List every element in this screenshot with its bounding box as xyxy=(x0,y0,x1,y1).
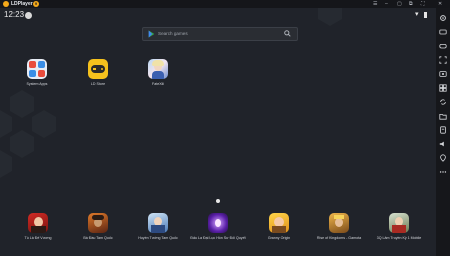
app-label: Granny Origin xyxy=(267,236,291,240)
ld-store-gamepad-icon xyxy=(88,59,108,79)
game-icon-warrior xyxy=(88,213,108,233)
app-label: Bá Đầu Tam Quốc xyxy=(83,236,113,240)
android-statusbar: 12:23 ▾ xyxy=(0,8,436,22)
dock-app-tu-la-de-vuong[interactable]: Tú Là Đế Vương xyxy=(8,213,68,241)
google-play-icon xyxy=(148,30,155,38)
app-label: Huyền Tướng Tam Quốc xyxy=(138,236,178,240)
game-icon-general xyxy=(389,213,409,233)
minimize-icon[interactable]: – xyxy=(385,0,388,8)
page-indicator xyxy=(216,199,220,203)
app-label: Rise of Kingdoms - Gamota xyxy=(316,236,362,240)
emulator-sidebar xyxy=(436,8,450,256)
apk-icon[interactable] xyxy=(439,126,447,134)
window-titlebar: LDPlayer 9 ☰ – ▢ ⧉ ⛶ ✕ xyxy=(0,0,450,8)
game-icon-king xyxy=(329,213,349,233)
app-ld-store[interactable]: LD Store xyxy=(68,59,128,87)
system-apps-folder-icon xyxy=(27,59,47,79)
app-label: LD Store xyxy=(90,82,106,86)
maximize-icon[interactable]: ▢ xyxy=(397,0,402,8)
app-label: Tú Là Đế Vương xyxy=(24,236,52,240)
dock-app-ba-dau-tam-quoc[interactable]: Bá Đầu Tam Quốc xyxy=(68,213,128,241)
screenshot-icon[interactable] xyxy=(439,56,447,64)
volume-icon[interactable] xyxy=(439,140,447,148)
restore-icon[interactable]: ⧉ xyxy=(409,0,413,8)
game-icon-yellow xyxy=(269,213,289,233)
game-search-bar[interactable]: Search games xyxy=(142,27,298,41)
game-icon-hero xyxy=(148,213,168,233)
folder-icon[interactable] xyxy=(439,112,447,120)
app-label: FateXiii xyxy=(152,82,164,86)
clock: 12:23 xyxy=(4,10,25,19)
anime-girl-icon xyxy=(148,59,168,79)
search-icon[interactable] xyxy=(284,30,291,37)
app-label: 3Q Lâm Truyền Kỳ 1 Mobile xyxy=(376,236,422,240)
keyboard-icon[interactable] xyxy=(439,28,447,36)
app-system-apps[interactable]: System Apps xyxy=(7,59,67,87)
settings-icon[interactable] xyxy=(439,14,447,22)
close-icon[interactable]: ✕ xyxy=(438,0,442,8)
location-icon[interactable] xyxy=(439,154,447,162)
ldplayer-logo-icon xyxy=(3,1,9,7)
multi-instance-icon[interactable] xyxy=(439,84,447,92)
app-fatexiii[interactable]: FateXiii xyxy=(128,59,188,87)
app-label: Đấu La Đại Lục Hồn Sư Đối Quyết xyxy=(190,236,246,240)
gamepad-icon[interactable] xyxy=(439,42,447,50)
dock-app-3q-lam-truyen-ky[interactable]: 3Q Lâm Truyền Kỳ 1 Mobile xyxy=(369,213,429,241)
app-name: LDPlayer xyxy=(11,1,33,7)
menu-icon[interactable]: ☰ xyxy=(373,0,377,8)
app-label: System Apps xyxy=(26,82,48,86)
dock-app-rise-of-kingdoms[interactable]: Rise of Kingdoms - Gamota xyxy=(309,213,369,241)
dock-app-huyen-tuong-tam-quoc[interactable]: Huyền Tướng Tam Quốc xyxy=(128,213,188,241)
fullscreen-icon[interactable]: ⛶ xyxy=(421,0,425,8)
dock-app-granny-origin[interactable]: Granny Origin xyxy=(249,213,309,241)
version-badge: 9 xyxy=(33,1,39,7)
wifi-icon: ▾ xyxy=(415,11,419,18)
game-icon-purple xyxy=(208,213,228,233)
search-placeholder: Search games xyxy=(158,31,188,36)
sync-icon[interactable] xyxy=(439,98,447,106)
game-icon-red xyxy=(28,213,48,233)
android-desktop: 12:23 ▾ Search games System Apps LD Stor… xyxy=(0,8,436,256)
record-icon[interactable] xyxy=(439,70,447,78)
battery-icon xyxy=(424,12,427,18)
dock-app-dau-la-dai-luc[interactable]: Đấu La Đại Lục Hồn Sư Đối Quyết xyxy=(188,213,248,241)
notification-icon xyxy=(25,12,32,19)
more-icon[interactable] xyxy=(439,168,447,176)
